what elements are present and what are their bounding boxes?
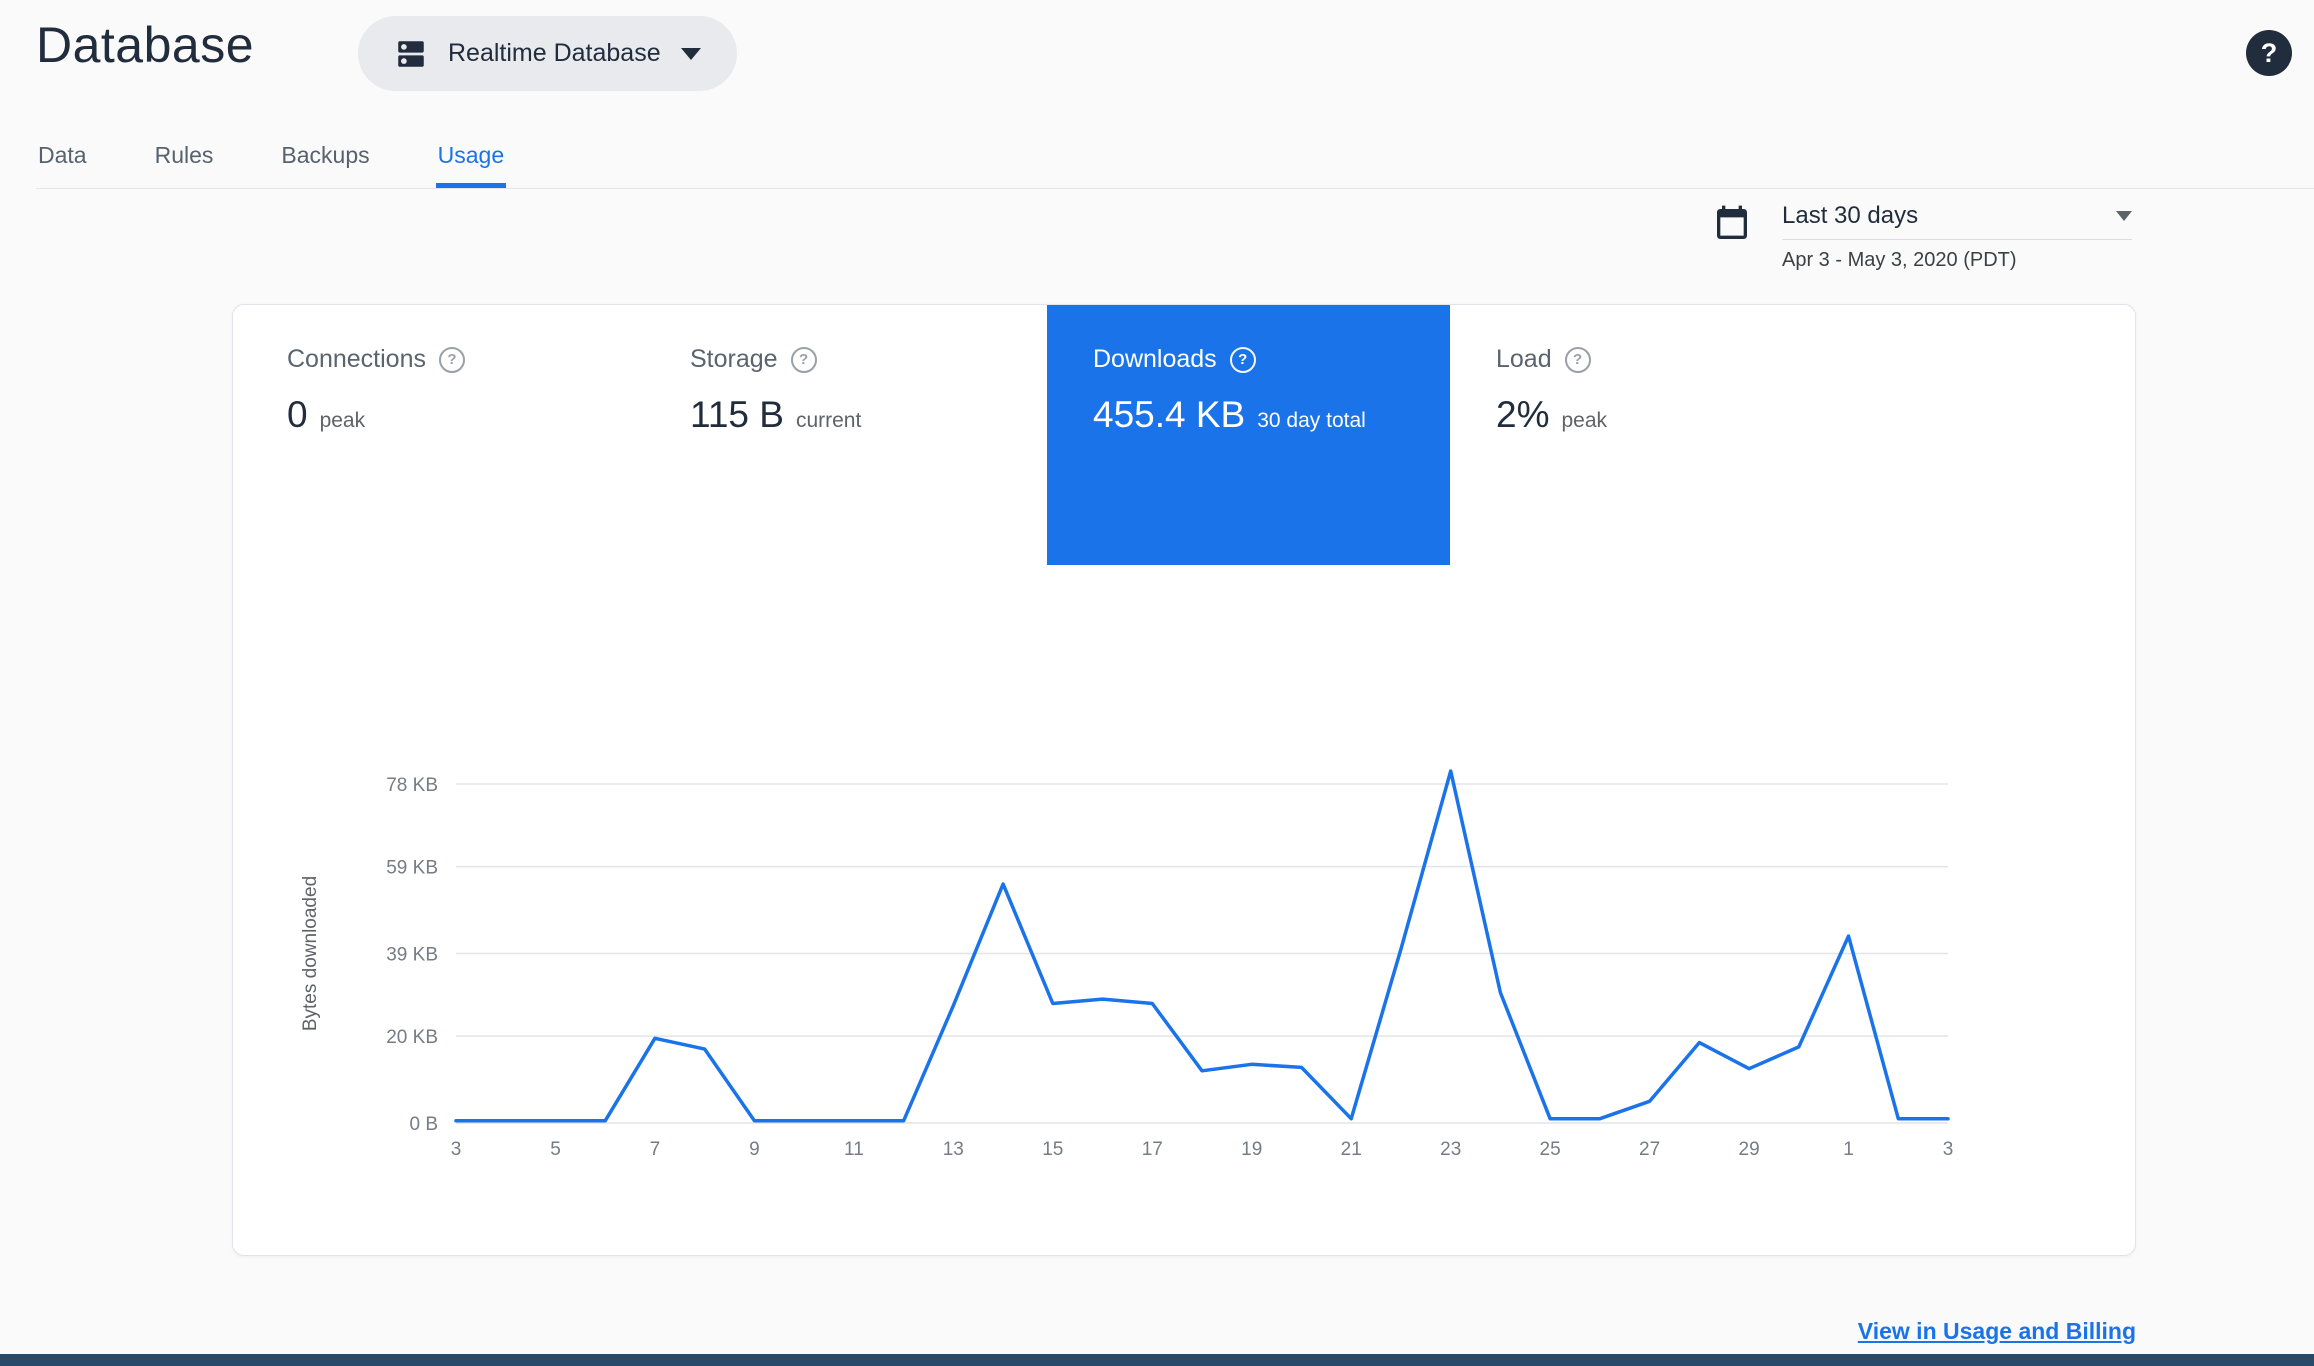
svg-text:7: 7 bbox=[650, 1139, 661, 1160]
metric-tile-downloads[interactable]: Downloads ? 455.4 KB 30 day total bbox=[1047, 305, 1450, 565]
svg-text:17: 17 bbox=[1142, 1139, 1163, 1160]
metric-value: 455.4 KB bbox=[1093, 394, 1246, 435]
realtime-database-icon bbox=[398, 40, 424, 67]
svg-text:78 KB: 78 KB bbox=[386, 775, 438, 796]
tab-data[interactable]: Data bbox=[36, 130, 89, 188]
metric-unit: peak bbox=[319, 409, 366, 432]
metric-tile-load[interactable]: Load ? 2% peak bbox=[1450, 305, 1853, 565]
metric-tile-connections[interactable]: Connections ? 0 peak bbox=[241, 305, 644, 565]
svg-text:3: 3 bbox=[451, 1139, 462, 1160]
date-preset-row[interactable]: Last 30 days bbox=[1782, 202, 2132, 240]
date-range-text: Apr 3 - May 3, 2020 (PDT) bbox=[1782, 249, 2017, 271]
svg-text:29: 29 bbox=[1739, 1139, 1760, 1160]
metric-unit: peak bbox=[1561, 409, 1608, 432]
usage-card: Connections ? 0 peak Storage ? 115 B cur… bbox=[232, 304, 2136, 1256]
svg-text:20 KB: 20 KB bbox=[386, 1027, 438, 1048]
metric-value: 0 bbox=[287, 394, 308, 435]
svg-text:59 KB: 59 KB bbox=[386, 858, 438, 879]
metric-value: 115 B bbox=[690, 394, 784, 435]
metric-label: Downloads bbox=[1093, 345, 1217, 373]
downloads-line-chart: 78 KB 59 KB 39 KB 20 KB 0 B 3 5 7 9 11 13 15 17 19 21 2… bbox=[233, 705, 2137, 1185]
question-mark-icon: ? bbox=[2260, 37, 2278, 68]
svg-text:15: 15 bbox=[1042, 1139, 1063, 1160]
svg-text:21: 21 bbox=[1341, 1139, 1362, 1160]
page-title: Database bbox=[36, 17, 255, 73]
database-type-selector[interactable]: Realtime Database bbox=[358, 16, 737, 91]
svg-text:19: 19 bbox=[1241, 1139, 1262, 1160]
tab-usage[interactable]: Usage bbox=[435, 130, 507, 188]
svg-text:Bytes downloaded: Bytes downloaded bbox=[300, 876, 321, 1031]
help-circle-icon[interactable]: ? bbox=[1229, 346, 1256, 373]
bottom-bar bbox=[0, 1354, 2314, 1366]
metric-label: Load bbox=[1496, 345, 1552, 373]
chevron-down-icon bbox=[680, 47, 701, 60]
calendar-icon bbox=[1717, 205, 1747, 239]
svg-text:23: 23 bbox=[1440, 1139, 1461, 1160]
help-circle-icon[interactable]: ? bbox=[438, 346, 465, 373]
date-range-selector[interactable]: Last 30 days Apr 3 - May 3, 2020 (PDT) bbox=[1712, 202, 2132, 272]
tab-backups[interactable]: Backups bbox=[279, 130, 371, 188]
date-preset-label: Last 30 days bbox=[1782, 202, 1919, 229]
tab-rules[interactable]: Rules bbox=[153, 130, 216, 188]
svg-text:13: 13 bbox=[943, 1139, 964, 1160]
svg-text:27: 27 bbox=[1639, 1139, 1660, 1160]
view-usage-billing-link[interactable]: View in Usage and Billing bbox=[1858, 1318, 2136, 1345]
chevron-down-icon bbox=[2116, 211, 2132, 221]
database-type-label: Realtime Database bbox=[448, 39, 661, 67]
svg-text:25: 25 bbox=[1540, 1139, 1561, 1160]
svg-text:9: 9 bbox=[749, 1139, 760, 1160]
metric-label: Storage bbox=[690, 345, 778, 373]
help-circle-icon[interactable]: ? bbox=[1564, 346, 1591, 373]
svg-text:3: 3 bbox=[1943, 1139, 1954, 1160]
help-circle-icon[interactable]: ? bbox=[790, 346, 817, 373]
svg-text:5: 5 bbox=[550, 1139, 561, 1160]
metric-label: Connections bbox=[287, 345, 426, 373]
date-range-dropdown: Last 30 days Apr 3 - May 3, 2020 (PDT) bbox=[1782, 202, 2132, 272]
metric-value: 2% bbox=[1496, 394, 1550, 435]
metric-tile-storage[interactable]: Storage ? 115 B current bbox=[644, 305, 1047, 565]
help-button[interactable]: ? bbox=[2246, 30, 2292, 76]
svg-text:11: 11 bbox=[844, 1139, 864, 1160]
svg-text:1: 1 bbox=[1843, 1139, 1854, 1160]
metric-unit: 30 day total bbox=[1257, 409, 1366, 432]
tab-bar: Data Rules Backups Usage bbox=[36, 130, 2314, 189]
metric-unit: current bbox=[795, 409, 862, 432]
svg-text:39 KB: 39 KB bbox=[386, 945, 438, 966]
svg-text:0 B: 0 B bbox=[409, 1114, 438, 1135]
